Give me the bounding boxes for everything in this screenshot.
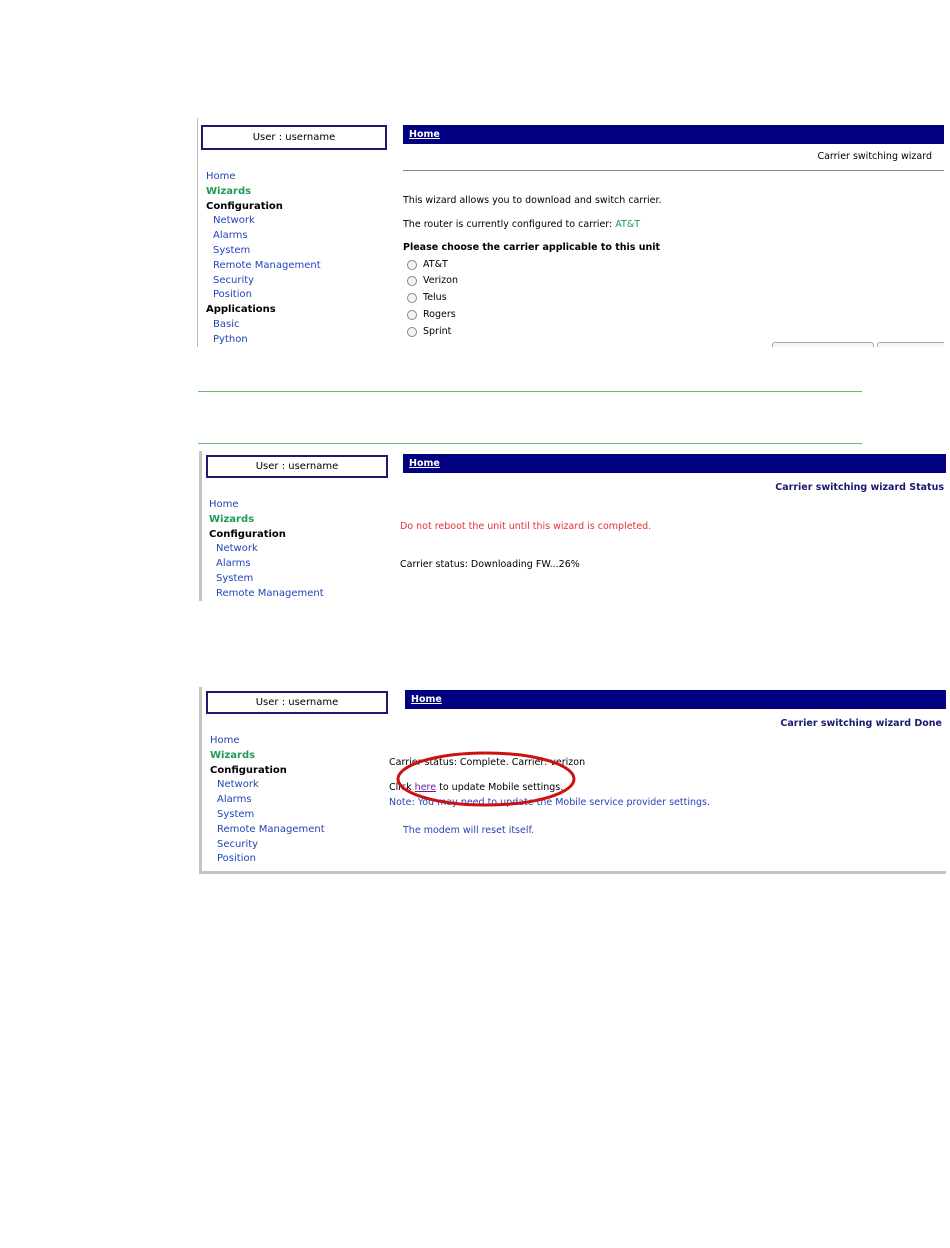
nav-security[interactable]: Security [210, 838, 325, 853]
home-tab-link[interactable]: Home [411, 694, 442, 705]
radio-button[interactable] [407, 275, 417, 286]
nav-remote-management[interactable]: Remote Management [206, 259, 321, 274]
nav-home[interactable]: Home [206, 170, 321, 185]
user-label: User : username [255, 461, 339, 472]
nav-wizards[interactable]: Wizards [206, 185, 321, 200]
nav-wizards[interactable]: Wizards [209, 513, 324, 528]
home-tab-link[interactable]: Home [409, 129, 440, 140]
current-carrier-label: The router is currently configured to ca… [403, 219, 616, 230]
nav-python[interactable]: Python [206, 333, 321, 347]
radio-button[interactable] [407, 259, 417, 270]
home-bar: Home [403, 454, 946, 473]
carrier-option-label: Sprint [423, 326, 452, 337]
nav-applications: Applications [206, 304, 276, 316]
page-title: Carrier switching wizard Status [775, 482, 944, 493]
nav-configuration: Configuration [206, 200, 283, 212]
nav-network[interactable]: Network [206, 214, 321, 229]
nav-wizards[interactable]: Wizards [210, 749, 325, 764]
cancel-button[interactable] [877, 342, 944, 347]
carrier-option-label: Telus [423, 292, 447, 303]
nav-configuration: Configuration [210, 764, 287, 776]
user-box: User : username [201, 125, 387, 150]
carrier-option-verizon[interactable]: Verizon [407, 275, 458, 286]
nav-system[interactable]: System [210, 808, 325, 823]
nav-home[interactable]: Home [210, 734, 325, 749]
user-label: User : username [252, 132, 336, 143]
user-label: User : username [255, 697, 339, 708]
current-carrier-value: AT&T [615, 219, 641, 230]
nav-remote-management[interactable]: Remote Management [210, 823, 325, 838]
page-title: Carrier switching wizard [817, 151, 932, 162]
sidebar-nav: Home Wizards Configuration Network Alarm… [209, 498, 324, 601]
nav-system[interactable]: System [209, 572, 324, 587]
nav-alarms[interactable]: Alarms [210, 793, 325, 808]
carrier-option-label: AT&T [423, 259, 448, 270]
carrier-option-label: Rogers [423, 309, 456, 320]
current-carrier-line: The router is currently configured to ca… [403, 219, 640, 230]
home-bar: Home [405, 690, 946, 709]
nav-system[interactable]: System [206, 244, 321, 259]
carrier-status: Carrier status: Downloading FW...26% [400, 559, 580, 570]
carrier-option-att[interactable]: AT&T [407, 259, 448, 270]
nav-alarms[interactable]: Alarms [206, 229, 321, 244]
annotation-ellipse-shape [396, 751, 576, 807]
carrier-option-label: Verizon [423, 275, 458, 286]
choose-carrier-label: Please choose the carrier applicable to … [403, 242, 661, 253]
nav-position[interactable]: Position [210, 852, 325, 867]
nav-network[interactable]: Network [209, 542, 324, 557]
user-box: User : username [206, 455, 388, 478]
home-tab-link[interactable]: Home [409, 458, 440, 469]
carrier-option-sprint[interactable]: Sprint [407, 326, 451, 337]
carrier-option-rogers[interactable]: Rogers [407, 309, 456, 320]
page-title: Carrier switching wizard Done [780, 718, 942, 729]
radio-button[interactable] [407, 292, 417, 303]
sidebar-nav: Home Wizards Configuration Network Alarm… [210, 734, 325, 867]
separator-line [198, 391, 862, 392]
annotation-ellipse [396, 751, 576, 807]
carrier-option-telus[interactable]: Telus [407, 292, 447, 303]
nav-network[interactable]: Network [210, 778, 325, 793]
separator-line [198, 443, 862, 444]
modem-reset-note: The modem will reset itself. [403, 825, 535, 836]
radio-button[interactable] [407, 309, 417, 320]
wizard-intro: This wizard allows you to download and s… [403, 195, 662, 206]
user-box: User : username [206, 691, 388, 714]
next-button[interactable] [772, 342, 874, 347]
nav-configuration: Configuration [209, 528, 286, 540]
reboot-warning: Do not reboot the unit until this wizard… [400, 521, 652, 532]
nav-alarms[interactable]: Alarms [209, 557, 324, 572]
radio-button[interactable] [407, 326, 417, 337]
title-divider [403, 170, 944, 171]
nav-basic[interactable]: Basic [206, 318, 321, 333]
nav-security[interactable]: Security [206, 274, 321, 289]
screenshot-carrier-status: User : username Home Wizards Configurati… [199, 451, 946, 601]
home-bar: Home [403, 125, 944, 144]
nav-home[interactable]: Home [209, 498, 324, 513]
nav-position[interactable]: Position [206, 288, 321, 303]
sidebar-nav: Home Wizards Configuration Network Alarm… [206, 170, 321, 347]
screenshot-carrier-select: User : username Home Wizards Configurati… [197, 118, 944, 347]
nav-remote-management[interactable]: Remote Management [209, 587, 324, 601]
